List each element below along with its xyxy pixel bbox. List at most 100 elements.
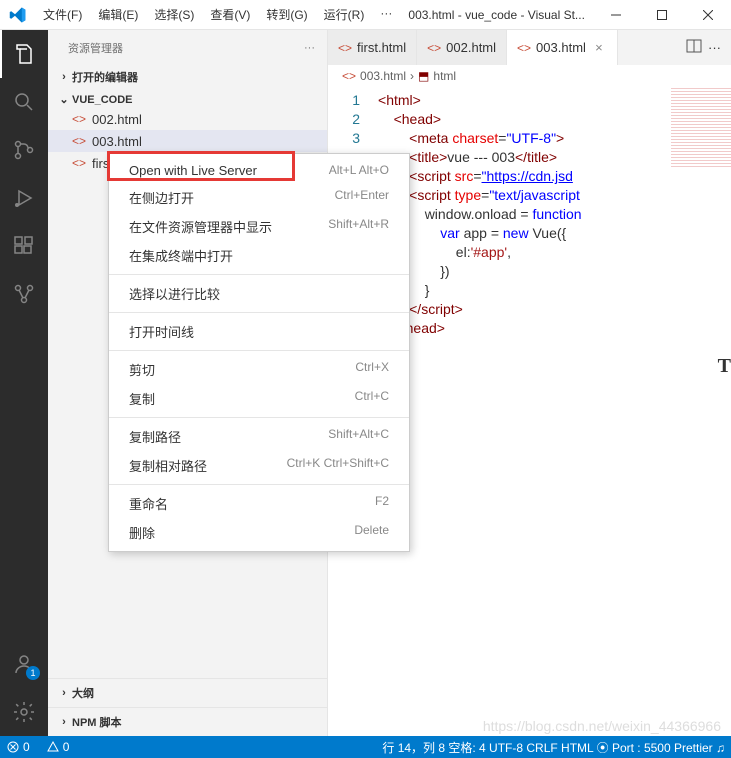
tab-label: 003.html: [536, 40, 586, 55]
minimize-button[interactable]: [593, 0, 639, 30]
account-badge: 1: [26, 666, 40, 680]
menu-selection[interactable]: 选择(S): [146, 2, 202, 27]
menu-run[interactable]: 运行(R): [316, 2, 373, 27]
menu-item-shortcut: Ctrl+X: [355, 360, 389, 379]
window-controls: [593, 0, 731, 30]
vscode-logo-icon: [0, 6, 35, 24]
git-graph-icon[interactable]: [0, 270, 48, 318]
menu-more[interactable]: ···: [372, 2, 400, 27]
chevron-right-icon: ›: [56, 71, 72, 83]
status-errors[interactable]: 0: [0, 736, 36, 758]
breadcrumb-file: 003.html: [360, 69, 406, 83]
file-item-003[interactable]: <>003.html: [48, 130, 327, 152]
html-file-icon: <>: [427, 41, 441, 55]
menu-item-label: 复制: [129, 389, 355, 408]
run-debug-icon[interactable]: [0, 174, 48, 222]
tab-003[interactable]: <> 003.html ×: [507, 30, 618, 65]
menu-separator: [109, 274, 409, 275]
code-content[interactable]: <html> <head> <meta charset="UTF-8"> <ti…: [378, 87, 731, 736]
explorer-icon[interactable]: [0, 30, 48, 78]
chevron-right-icon: ›: [56, 716, 72, 728]
more-actions-icon[interactable]: ···: [708, 40, 721, 55]
context-menu-item[interactable]: 复制相对路径Ctrl+K Ctrl+Shift+C: [109, 451, 409, 480]
context-menu-item[interactable]: 复制路径Shift+Alt+C: [109, 422, 409, 451]
menu-item-label: 选择以进行比较: [129, 284, 389, 303]
html-file-icon: <>: [517, 41, 531, 55]
tab-002[interactable]: <> 002.html: [417, 30, 507, 65]
folder-section[interactable]: ⌄ VUE_CODE: [48, 91, 327, 108]
breadcrumb[interactable]: <> 003.html › ⬒ html: [328, 65, 731, 87]
npm-scripts-section[interactable]: ›NPM 脚本: [48, 707, 327, 736]
context-menu-item[interactable]: 删除Delete: [109, 518, 409, 547]
menu-separator: [109, 350, 409, 351]
window-title: 003.html - vue_code - Visual St...: [400, 8, 593, 22]
menu-item-label: 在集成终端中打开: [129, 246, 389, 265]
chevron-right-icon: ›: [410, 69, 414, 83]
split-editor-icon[interactable]: [686, 38, 702, 57]
search-icon[interactable]: [0, 78, 48, 126]
outline-section[interactable]: ›大纲: [48, 678, 327, 707]
menu-item-shortcut: Delete: [354, 523, 389, 542]
menu-file[interactable]: 文件(F): [35, 2, 90, 27]
npm-label: NPM 脚本: [72, 714, 122, 730]
html-file-icon: <>: [72, 112, 92, 126]
activity-bar: 1: [0, 30, 48, 736]
settings-gear-icon[interactable]: [0, 688, 48, 736]
maximize-button[interactable]: [639, 0, 685, 30]
minimap[interactable]: [671, 87, 731, 167]
sidebar-header: 资源管理器 ···: [48, 30, 327, 65]
html-file-icon: <>: [72, 156, 92, 170]
tab-label: first.html: [357, 40, 406, 55]
menu-view[interactable]: 查看(V): [202, 2, 258, 27]
menu-item-shortcut: Ctrl+C: [355, 389, 389, 408]
file-label: 003.html: [92, 134, 142, 149]
more-actions-icon[interactable]: ···: [304, 42, 315, 54]
menu-item-label: 删除: [129, 523, 354, 542]
menu-item-label: 在文件资源管理器中显示: [129, 217, 328, 236]
sidebar-title: 资源管理器: [68, 40, 304, 56]
context-menu-item[interactable]: 在文件资源管理器中显示Shift+Alt+R: [109, 212, 409, 241]
menu-edit[interactable]: 编辑(E): [90, 2, 146, 27]
extensions-icon[interactable]: [0, 222, 48, 270]
chevron-right-icon: ›: [56, 687, 72, 699]
context-menu-item[interactable]: 选择以进行比较: [109, 279, 409, 308]
menu-item-shortcut: Shift+Alt+R: [328, 217, 389, 236]
context-menu-item[interactable]: 重命名F2: [109, 489, 409, 518]
menu-item-shortcut: Ctrl+Enter: [335, 188, 389, 207]
titlebar: 文件(F) 编辑(E) 选择(S) 查看(V) 转到(G) 运行(R) ··· …: [0, 0, 731, 30]
menu-item-shortcut: Ctrl+K Ctrl+Shift+C: [287, 456, 389, 475]
close-tab-icon[interactable]: ×: [591, 40, 607, 55]
status-bar: 0 0 行 14，列 8 空格: 4 UTF-8 CRLF HTML ⦿ Por…: [0, 736, 731, 758]
status-warnings[interactable]: 0: [40, 736, 76, 758]
folder-name: VUE_CODE: [72, 94, 133, 106]
close-button[interactable]: [685, 0, 731, 30]
account-icon[interactable]: 1: [0, 640, 48, 688]
context-menu-item[interactable]: 打开时间线: [109, 317, 409, 346]
context-menu-item[interactable]: Open with Live ServerAlt+L Alt+O: [109, 158, 409, 183]
html-file-icon: <>: [72, 134, 92, 148]
breadcrumb-element: html: [433, 69, 456, 83]
file-item-002[interactable]: <>002.html: [48, 108, 327, 130]
editor-tabs: <> first.html <> 002.html <> 003.html × ···: [328, 30, 731, 65]
watermark: https://blog.csdn.net/weixin_44366966: [483, 718, 721, 734]
overview-marker: T: [718, 355, 731, 378]
menu-item-shortcut: F2: [375, 494, 389, 513]
menu-separator: [109, 484, 409, 485]
tab-first[interactable]: <> first.html: [328, 30, 417, 65]
context-menu-item[interactable]: 剪切Ctrl+X: [109, 355, 409, 384]
html-file-icon: <>: [338, 41, 352, 55]
menu-go[interactable]: 转到(G): [258, 2, 315, 27]
chevron-down-icon: ⌄: [56, 93, 72, 106]
status-right[interactable]: 行 14，列 8 空格: 4 UTF-8 CRLF HTML ⦿ Port : …: [376, 736, 731, 758]
source-control-icon[interactable]: [0, 126, 48, 174]
menu-item-label: 复制相对路径: [129, 456, 287, 475]
menu-item-label: 重命名: [129, 494, 375, 513]
menu-separator: [109, 417, 409, 418]
tab-label: 002.html: [446, 40, 496, 55]
open-editors-label: 打开的编辑器: [72, 69, 138, 85]
open-editors-section[interactable]: › 打开的编辑器: [48, 67, 327, 87]
context-menu-item[interactable]: 在集成终端中打开: [109, 241, 409, 270]
context-menu-item[interactable]: 在侧边打开Ctrl+Enter: [109, 183, 409, 212]
context-menu-item[interactable]: 复制Ctrl+C: [109, 384, 409, 413]
menu-bar: 文件(F) 编辑(E) 选择(S) 查看(V) 转到(G) 运行(R) ···: [35, 2, 400, 27]
